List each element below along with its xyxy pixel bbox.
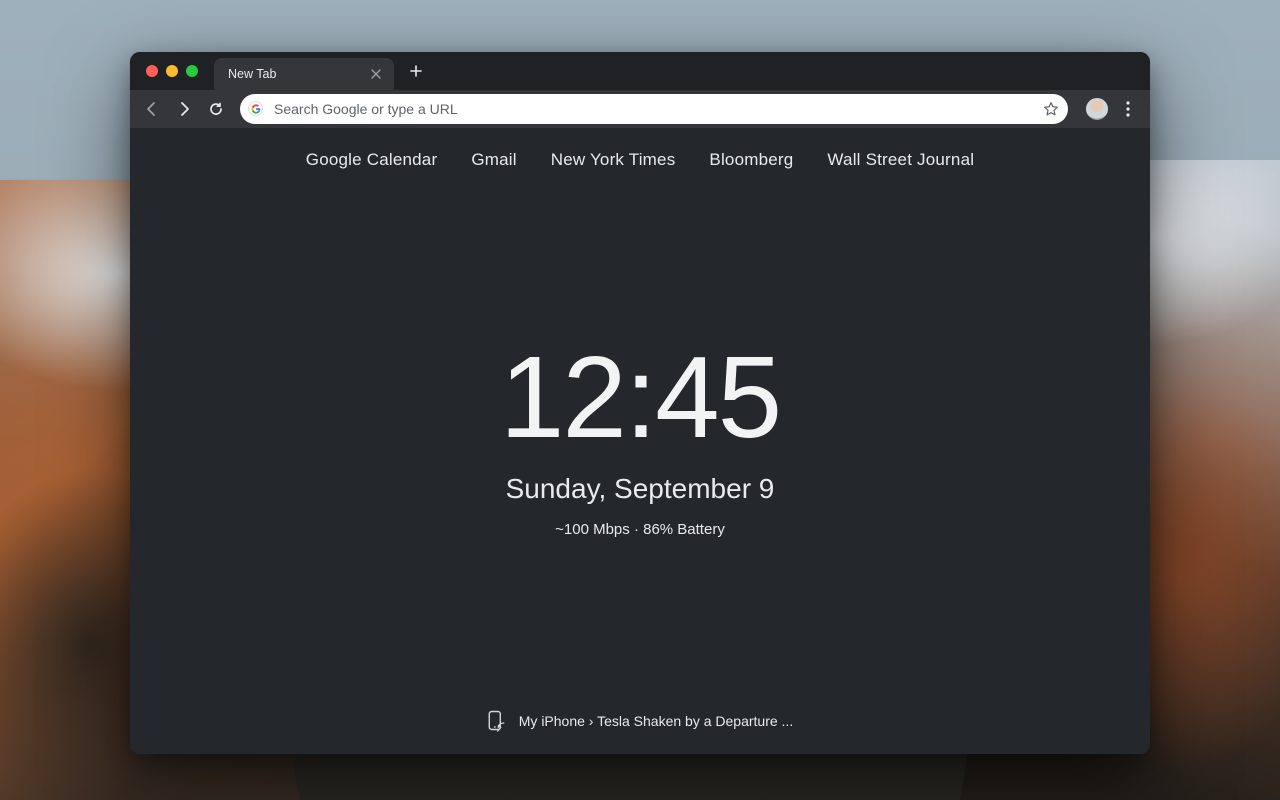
clock-time: 12:45 [500, 339, 780, 455]
new-tab-button[interactable] [402, 57, 430, 85]
nav-forward-button[interactable] [170, 95, 198, 123]
tab-strip: New Tab [130, 52, 1150, 90]
arrow-left-icon [144, 101, 160, 117]
nav-reload-button[interactable] [202, 95, 230, 123]
tab-title: New Tab [228, 67, 368, 81]
omnibox[interactable] [240, 94, 1068, 124]
reload-icon [208, 101, 224, 117]
kebab-icon [1126, 101, 1130, 117]
bookmark-link-wall-street-journal[interactable]: Wall Street Journal [827, 150, 974, 170]
google-g-icon [248, 101, 263, 116]
window-controls [140, 65, 208, 77]
window-zoom-button[interactable] [186, 65, 198, 77]
dashboard-center: 12:45 Sunday, September 9 ~100 Mbps · 86… [500, 146, 780, 730]
google-favicon [248, 101, 264, 117]
tab-new-tab[interactable]: New Tab [214, 58, 394, 90]
plus-icon [410, 65, 422, 77]
page-content: Google Calendar Gmail New York Times Blo… [130, 128, 1150, 754]
browser-menu-button[interactable] [1114, 95, 1142, 123]
toolbar [130, 90, 1150, 128]
window-minimize-button[interactable] [166, 65, 178, 77]
bookmark-link-google-calendar[interactable]: Google Calendar [306, 150, 438, 170]
arrow-right-icon [176, 101, 192, 117]
bookmark-star-button[interactable] [1042, 100, 1060, 118]
nav-back-button[interactable] [138, 95, 166, 123]
status-line: ~100 Mbps · 86% Battery [555, 521, 725, 538]
omnibox-input[interactable] [274, 101, 1042, 117]
window-close-button[interactable] [146, 65, 158, 77]
profile-avatar[interactable] [1084, 96, 1110, 122]
handoff-device-icon [487, 710, 505, 732]
tab-close-button[interactable] [368, 66, 384, 82]
clock-date: Sunday, September 9 [506, 473, 775, 505]
close-icon [371, 69, 381, 79]
handoff-text: My iPhone › Tesla Shaken by a Departure … [519, 713, 793, 729]
star-icon [1042, 100, 1060, 118]
browser-window: New Tab [130, 52, 1150, 754]
handoff-bar[interactable]: My iPhone › Tesla Shaken by a Departure … [487, 710, 793, 732]
